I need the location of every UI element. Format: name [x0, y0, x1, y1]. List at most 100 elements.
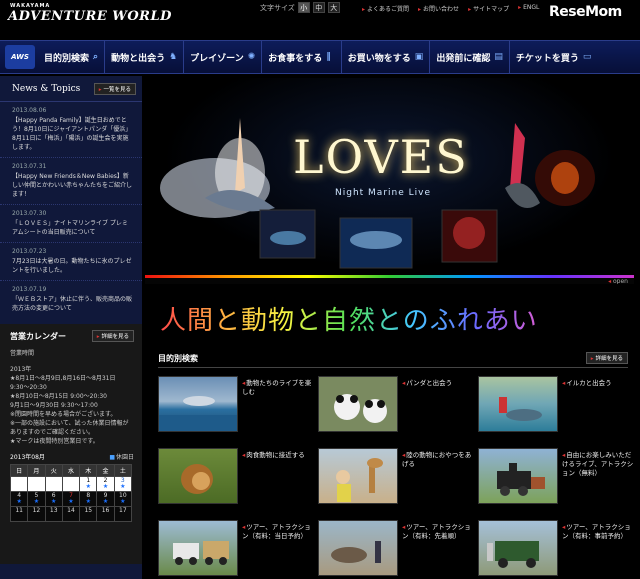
news-link[interactable]: 「ＷＥＢストア」休止に伴う、販売商品の販売方法の変更について: [12, 295, 132, 313]
card-label[interactable]: パンダと出会う: [402, 379, 474, 388]
night-star-icon: ★: [120, 483, 126, 490]
sitemap-link[interactable]: サイトマップ: [468, 4, 509, 13]
card-label[interactable]: イルカと出会う: [562, 379, 634, 388]
lion-thumbnail: [158, 448, 238, 504]
night-star-icon: ★: [16, 498, 22, 505]
calendar-day: 10 ★: [113, 491, 133, 507]
purpose-detail-button[interactable]: 詳細を見る: [585, 352, 628, 364]
nav-label: 目的別検索: [44, 53, 90, 64]
nav-shopping[interactable]: お買い物をする ▣: [342, 40, 431, 74]
night-star-icon: ★: [102, 483, 109, 490]
purpose-card[interactable]: ツアー、アトラクション（有料：事前予約）: [478, 520, 633, 579]
news-header: News & Topics 一覧を見る: [0, 76, 142, 102]
weekday-header: 土: [113, 464, 133, 477]
hours-line: 2013年: [10, 366, 32, 373]
card-label[interactable]: 肉食動物に接近する: [242, 451, 314, 460]
font-size-small-button[interactable]: 小: [297, 2, 310, 13]
nav-dining[interactable]: お食事をする ‖: [262, 40, 342, 74]
hero-banner[interactable]: LOVES Night Marine Live open: [145, 78, 634, 284]
news-link[interactable]: 「ＬＯＶＥＳ」ナイトマリンライブ プレミアムシートの当日販売について: [12, 219, 132, 237]
night-star-icon: ★: [102, 498, 109, 505]
font-size-large-button[interactable]: 大: [327, 2, 340, 13]
font-size-medium-button[interactable]: 中: [312, 2, 325, 13]
night-star-icon: ★: [33, 498, 40, 505]
purpose-card[interactable]: 自由にお楽しみいただけるライブ、アトラクション（無料）: [478, 448, 633, 508]
sea-lion-thumbnail: [318, 520, 398, 576]
panda-thumbnail: [318, 376, 398, 432]
purpose-card[interactable]: 動物たちのライブを楽しむ: [158, 376, 313, 436]
purpose-card[interactable]: ツアー、アトラクション（有料：先着順）: [318, 520, 473, 579]
english-link[interactable]: ENGL: [518, 4, 539, 13]
cutlery-icon: ‖: [326, 52, 331, 62]
news-link[interactable]: 【Happy Panda Family】誕生日おめでとう！8月10日にジャイアン…: [12, 116, 132, 152]
nav-purpose-search[interactable]: 目的別検索 ⌕: [38, 40, 106, 74]
card-label[interactable]: 動物たちのライブを楽しむ: [242, 379, 314, 397]
purpose-card[interactable]: 肉食動物に接近する: [158, 448, 313, 508]
nav-label: 出発前に確認: [436, 53, 491, 64]
nav-before-visit[interactable]: 出発前に確認 ▤: [430, 40, 510, 74]
weekday-header: 日: [9, 464, 29, 477]
calendar-day: 4 ★: [9, 491, 29, 507]
card-label[interactable]: ツアー、アトラクション（有料：事前予約）: [562, 523, 634, 541]
nav-meet-animals[interactable]: 動物と出会う ♞: [105, 40, 185, 74]
faq-link[interactable]: よくあるご質問: [362, 4, 409, 13]
news-item[interactable]: 2013.07.19 「ＷＥＢストア」休止に伴う、販売商品の販売方法の変更につい…: [0, 281, 142, 318]
card-label[interactable]: ツアー、アトラクション（有料：当日予約）: [242, 523, 314, 541]
night-star-icon: ★: [85, 498, 91, 505]
calendar-day: 8 ★: [79, 491, 98, 507]
calendar-day: [61, 476, 81, 492]
calendar-day: [44, 476, 63, 492]
news-item[interactable]: 2013.07.31 【Happy New Friends＆New Babies…: [0, 158, 142, 205]
nav-home-logo[interactable]: AWS: [5, 45, 35, 69]
purpose-card[interactable]: イルカと出会う: [478, 376, 633, 436]
calendar-day: [9, 476, 29, 492]
news-item[interactable]: 2013.07.23 7月23日は大暑の日。動物たちに氷のプレゼントを行いました…: [0, 243, 142, 281]
section-title: 目的別検索: [158, 353, 198, 363]
calendar-day: 6 ★: [44, 491, 63, 507]
contact-link[interactable]: お問い合わせ: [418, 4, 459, 13]
news-link[interactable]: 【Happy New Friends＆New Babies】新しい仲間とかわいい…: [12, 172, 132, 199]
news-item[interactable]: 2013.07.30 「ＬＯＶＥＳ」ナイトマリンライブ プレミアムシートの当日販…: [0, 205, 142, 243]
global-nav: AWS 目的別検索 ⌕ 動物と出会う ♞ プレイゾーン ✺ お食事をする ‖ お…: [0, 40, 640, 74]
card-label[interactable]: 陸の動物におやつをあげる: [402, 451, 474, 469]
purpose-search-header: 目的別検索 詳細を見る: [158, 352, 628, 368]
card-label[interactable]: 自由にお楽しみいただけるライブ、アトラクション（無料）: [562, 451, 634, 478]
opening-hours: 2013年 ★8月1日〜8月9日,8月16日〜8月31日 9:30〜20:30 …: [10, 365, 134, 446]
train-thumbnail: [478, 448, 558, 504]
nav-play-zone[interactable]: プレイゾーン ✺: [184, 40, 263, 74]
nav-label: 動物と出会う: [111, 53, 166, 64]
calendar-day: 7 ★: [61, 491, 81, 507]
news-date: 2013.08.06: [12, 107, 47, 114]
nav-buy-tickets[interactable]: チケットを買う ▭: [510, 40, 598, 74]
weekday-header: 月: [27, 464, 46, 477]
news-list-button[interactable]: 一覧を見る: [93, 82, 136, 95]
checklist-icon: ▤: [494, 52, 503, 62]
ticket-icon: ▭: [582, 52, 592, 62]
calendar-day: 16: [96, 506, 115, 522]
dolphin-show-thumbnail: [158, 376, 238, 432]
purpose-card[interactable]: パンダと出会う: [318, 376, 473, 436]
calendar-detail-button[interactable]: 詳細を見る: [91, 330, 134, 342]
calendar-day: 12: [27, 506, 46, 522]
night-star-icon: ★: [68, 498, 74, 505]
purpose-card[interactable]: 陸の動物におやつをあげる: [318, 448, 473, 508]
hero-open-link[interactable]: open: [608, 278, 628, 284]
purpose-card[interactable]: ツアー、アトラクション（有料：当日予約）: [158, 520, 313, 579]
calendar-day: 2 ★: [96, 476, 115, 492]
calendar-day: 14: [61, 506, 81, 522]
weekday-header: 水: [61, 464, 81, 477]
weekday-header: 火: [44, 464, 63, 477]
calendar-title: 営業カレンダー: [10, 331, 66, 341]
calendar-day: 5 ★: [27, 491, 46, 507]
card-label[interactable]: ツアー、アトラクション（有料：先着順）: [402, 523, 474, 541]
news-date: 2013.07.30: [12, 210, 47, 217]
calendar-day: 13: [44, 506, 63, 522]
safari-tour-thumbnail: [158, 520, 238, 576]
dolphin-pool-thumbnail: [478, 376, 558, 432]
site-logo[interactable]: ADVENTURE WORLD: [8, 9, 172, 24]
news-item[interactable]: 2013.08.06 【Happy Panda Family】誕生日おめでとう！…: [0, 102, 142, 158]
calendar-table: 日 月 火 水 木 金 土 1 ★ 2 ★ 3 ★ 4 ★ 5 ★ 6 ★ 7 …: [9, 464, 133, 522]
hours-line: 9月1日〜9月30日 9:30〜17:00: [10, 402, 98, 409]
weekday-header: 金: [96, 464, 115, 477]
news-link[interactable]: 7月23日は大暑の日。動物たちに氷のプレゼントを行いました。: [12, 257, 132, 275]
